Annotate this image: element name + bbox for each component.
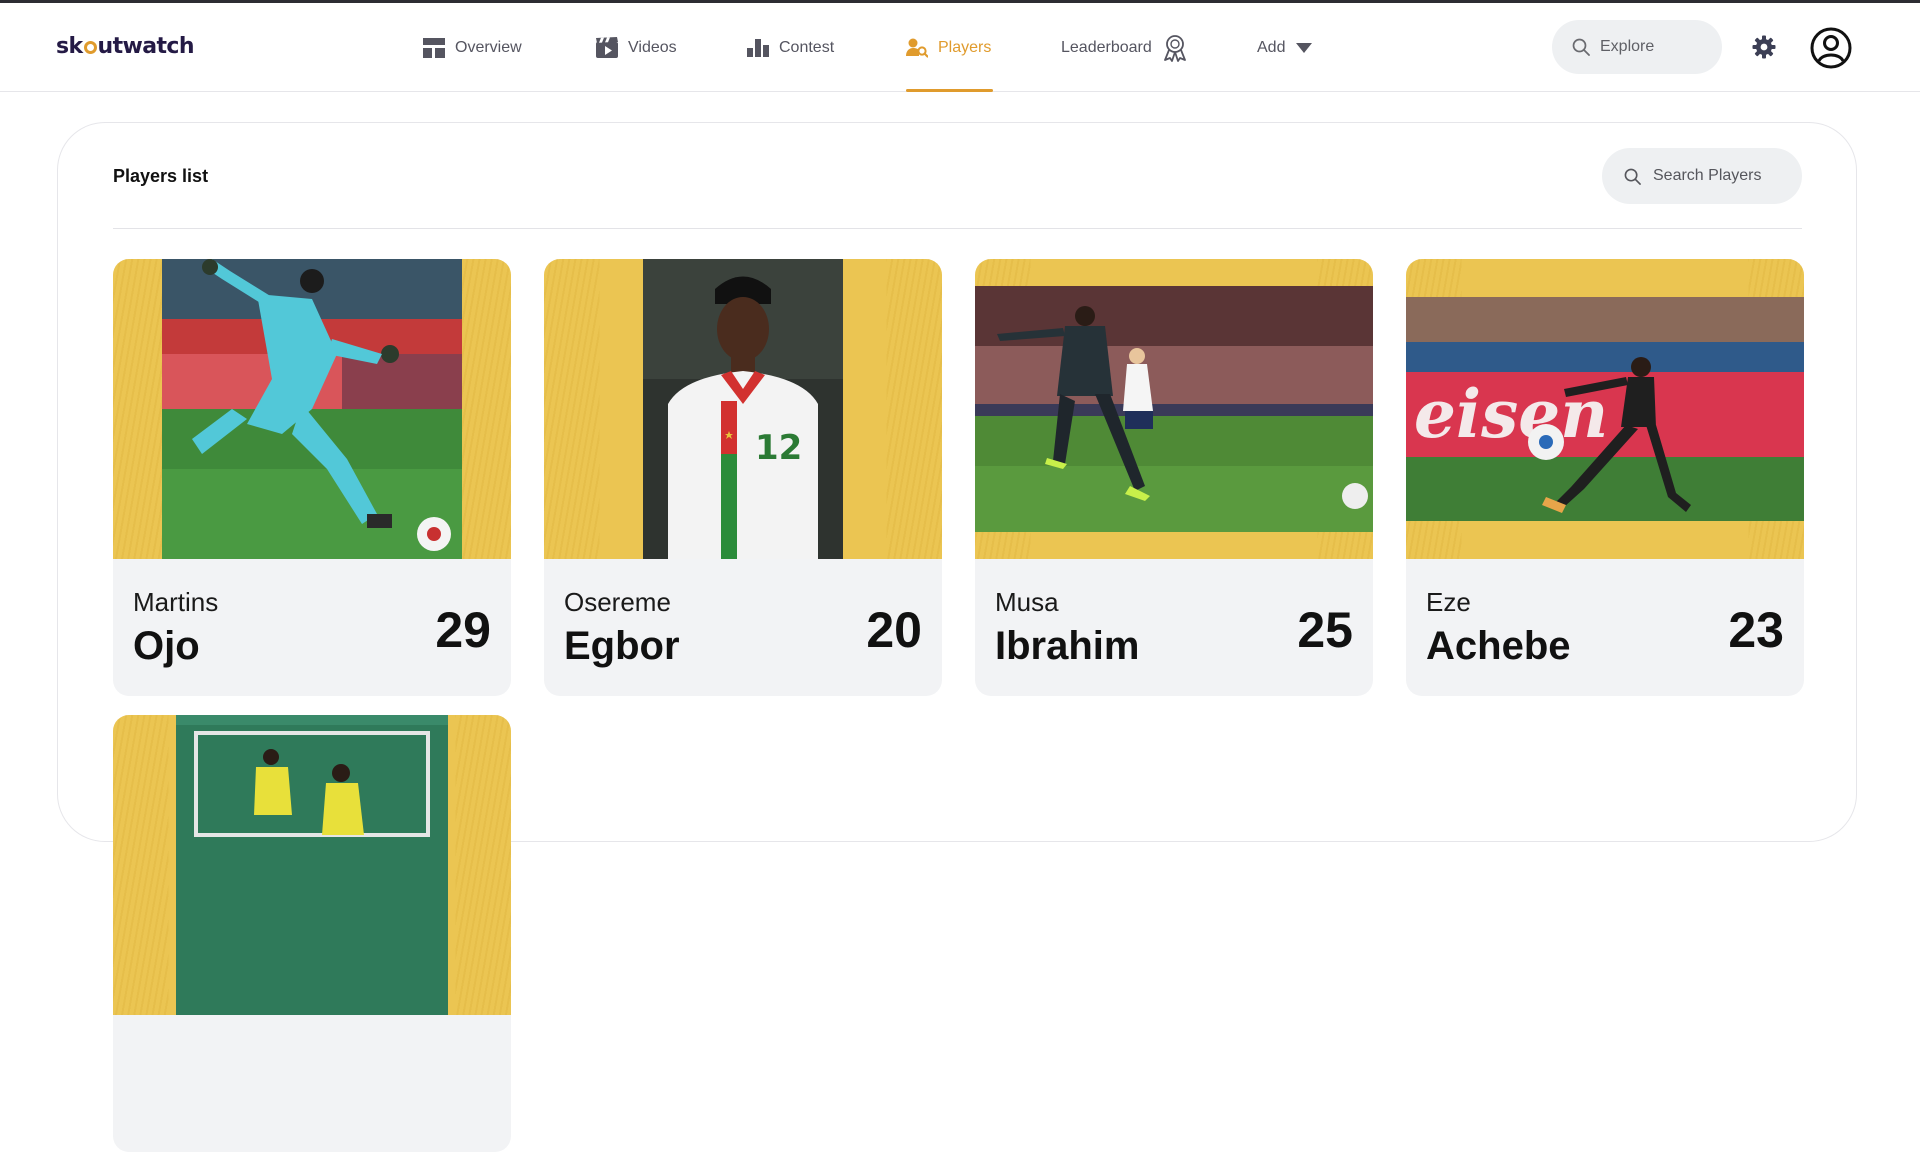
user-avatar-icon [1810,27,1852,69]
player-card-image-area [975,259,1373,559]
player-first-name: Musa [995,587,1059,617]
nav-videos[interactable]: Videos [596,3,677,92]
player-photo: 12 [643,259,843,559]
nav-contest-label: Contest [779,38,835,56]
player-card-image-area [113,259,511,559]
nav-overview-label: Overview [455,38,522,56]
player-card[interactable]: 12 Osereme Egbor 20 [544,259,942,696]
search-players-placeholder: Search Players [1653,167,1762,184]
player-card[interactable] [113,715,511,1152]
player-photo [975,286,1373,532]
search-icon [1572,38,1590,56]
player-card[interactable]: Martins Ojo 29 [113,259,511,696]
player-first-name: Osereme [564,587,671,617]
player-card[interactable]: Musa Ibrahim 25 [975,259,1373,696]
page-title: Players list [113,166,209,186]
player-search-icon [906,38,928,58]
nav-contest[interactable]: Contest [747,3,834,92]
player-photo [162,259,462,559]
user-account-button[interactable] [1810,27,1852,74]
player-first-name: Eze [1426,587,1471,617]
nav-leaderboard-label: Leaderboard [1061,38,1152,56]
player-card-info: Musa Ibrahim 25 [975,559,1373,696]
overview-icon [423,37,445,58]
player-photo [176,715,448,1015]
nav-players[interactable]: Players [906,3,993,92]
player-age: 20 [866,602,922,658]
settings-button[interactable] [1752,35,1776,64]
player-age: 23 [1728,602,1784,658]
nav-add-label: Add [1257,38,1286,56]
logo-ball-icon [83,41,97,54]
search-players-input[interactable]: Search Players [1602,148,1802,204]
header-divider [113,228,1802,229]
player-age: 29 [435,602,491,658]
players-list-panel: Players list Search Players Martins Ojo … [57,122,1857,1152]
top-navigation-bar: sk utwatch Overview Videos Contest Playe… [0,3,1920,92]
player-photo: eisen [1406,297,1804,521]
svg-text:12: 12 [755,428,802,468]
player-card-image-area: eisen [1406,259,1804,559]
player-card-image-area: 12 [544,259,942,559]
explore-placeholder: Explore [1600,38,1655,55]
player-card-info: Osereme Egbor 20 [544,559,942,696]
active-tab-indicator [906,89,993,92]
search-icon [1624,168,1641,185]
player-card-info: Eze Achebe 23 [1406,559,1804,696]
player-first-name: Martins [133,587,219,617]
nav-videos-label: Videos [628,38,677,56]
app-logo[interactable]: sk utwatch [56,34,195,59]
nav-add-dropdown[interactable]: Add [1257,3,1313,92]
bar-chart-icon [747,38,769,57]
player-last-name: Egbor [564,624,680,668]
player-card-info: Martins Ojo 29 [113,559,511,696]
explore-search[interactable]: Explore [1552,20,1722,74]
clapperboard-icon [596,37,618,58]
nav-players-label: Players [938,38,992,56]
gear-icon [1752,35,1776,59]
award-ribbon-icon [1163,34,1186,62]
player-card-image-area [113,715,511,1015]
player-card[interactable]: eisen Eze Achebe 23 [1406,259,1804,696]
nav-overview[interactable]: Overview [423,3,522,92]
caret-down-icon [1296,42,1313,53]
player-last-name: Achebe [1426,624,1571,668]
player-last-name: Ojo [133,624,200,668]
player-last-name: Ibrahim [995,624,1140,668]
player-age: 25 [1297,602,1353,658]
nav-leaderboard[interactable]: Leaderboard [1061,3,1188,92]
